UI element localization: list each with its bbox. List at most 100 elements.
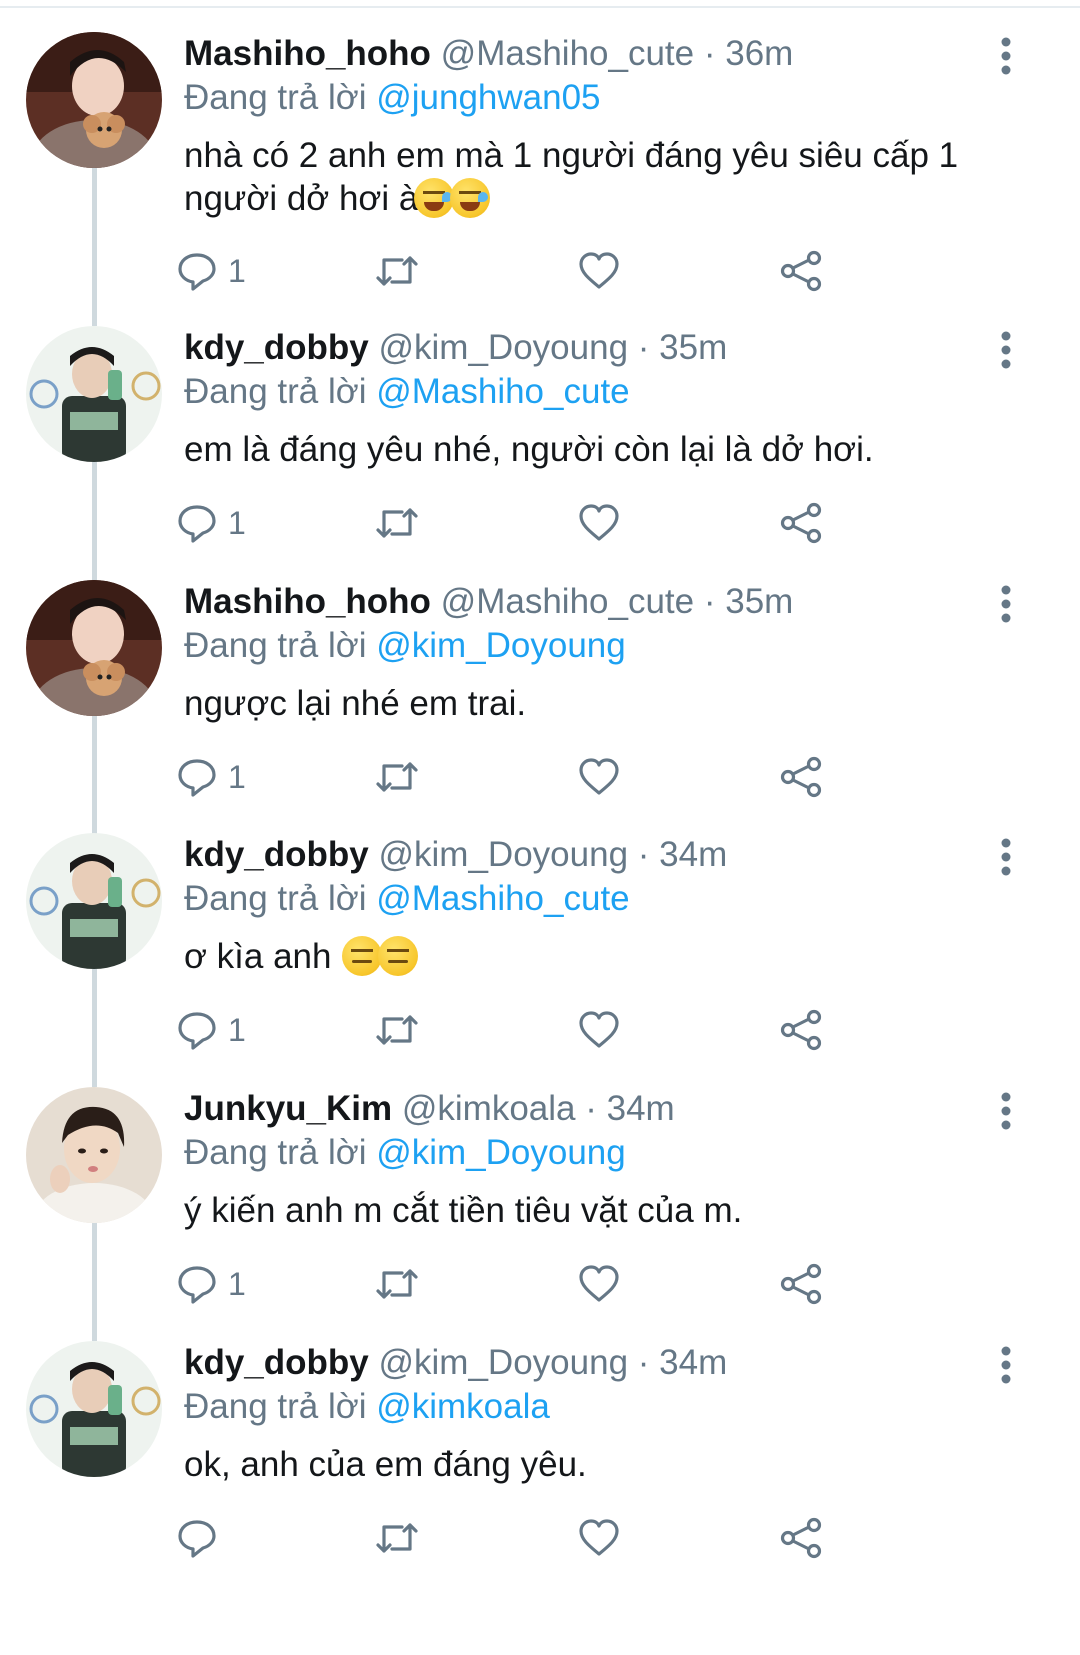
more-vertical-icon[interactable] — [996, 330, 1016, 370]
reply-prefix: Đang trả lời — [184, 626, 367, 665]
reply-mention[interactable]: @kim_Doyoung — [376, 1133, 626, 1172]
timestamp: · 34m — [637, 835, 728, 874]
tweet-actions — [178, 1515, 864, 1561]
reply-button[interactable]: 1 — [176, 754, 246, 800]
display-name[interactable]: kdy_dobby — [184, 328, 369, 367]
avatar[interactable] — [26, 1087, 162, 1223]
tweet[interactable]: Mashiho_hoho @Mashiho_cute · 36m Đang tr… — [0, 0, 1080, 292]
more-vertical-icon[interactable] — [996, 837, 1016, 877]
retweet-button[interactable] — [374, 754, 420, 800]
share-icon — [780, 1517, 822, 1559]
like-button[interactable] — [578, 500, 620, 546]
tweet-text-content: ý kiến anh m cắt tiền tiêu vặt của m. — [184, 1191, 743, 1230]
reply-mention[interactable]: @Mashiho_cute — [376, 879, 629, 918]
retweet-icon — [376, 508, 418, 538]
share-button[interactable] — [780, 1515, 824, 1561]
avatar[interactable] — [26, 580, 162, 716]
more-vertical-icon[interactable] — [996, 1091, 1016, 1131]
reply-mention[interactable]: @kim_Doyoung — [376, 626, 626, 665]
reply-mention[interactable]: @Mashiho_cute — [376, 372, 629, 411]
retweet-button[interactable] — [374, 248, 420, 294]
tweet-text-content: em là đáng yêu nhé, người còn lại là dở … — [184, 430, 874, 469]
reply-button[interactable]: 1 — [176, 248, 246, 294]
share-icon — [780, 250, 822, 292]
retweet-button[interactable] — [374, 1515, 420, 1561]
display-name[interactable]: kdy_dobby — [184, 1343, 369, 1382]
reply-thread: Mashiho_hoho @Mashiho_cute · 36m Đang tr… — [0, 0, 1080, 1655]
replying-to: Đang trả lời @Mashiho_cute — [184, 877, 630, 921]
replying-to: Đang trả lời @kimkoala — [184, 1385, 550, 1429]
display-name[interactable]: Mashiho_hoho — [184, 34, 431, 73]
tweet[interactable]: Mashiho_hoho @Mashiho_cute · 35m Đang tr… — [0, 548, 1080, 815]
avatar[interactable] — [26, 326, 162, 462]
tweet-header: Mashiho_hoho @Mashiho_cute · 35m — [184, 580, 793, 624]
share-button[interactable] — [780, 754, 824, 800]
retweet-button[interactable] — [374, 500, 420, 546]
junkyu-avatar — [26, 1087, 162, 1223]
reply-button[interactable] — [176, 1515, 228, 1561]
retweet-button[interactable] — [374, 1007, 420, 1053]
mashiho-avatar — [26, 32, 162, 168]
share-button[interactable] — [780, 500, 824, 546]
tweet[interactable]: kdy_dobby @kim_Doyoung · 34m Đang trả lờ… — [0, 1309, 1080, 1655]
tweet[interactable]: Junkyu_Kim @kimkoala · 34m Đang trả lời … — [0, 1055, 1080, 1322]
tweet-header: kdy_dobby @kim_Doyoung · 34m — [184, 1341, 727, 1385]
reply-bubble-icon — [178, 1520, 216, 1558]
reply-button[interactable]: 1 — [176, 1261, 246, 1307]
like-button[interactable] — [578, 248, 620, 294]
display-name[interactable]: Mashiho_hoho — [184, 582, 431, 621]
display-name[interactable]: kdy_dobby — [184, 835, 369, 874]
doyoung-avatar — [26, 833, 162, 969]
reply-count: 1 — [228, 504, 246, 541]
rolling-on-floor-laughing-emoji — [450, 178, 491, 218]
handle[interactable]: @kim_Doyoung — [379, 835, 629, 874]
avatar[interactable] — [26, 32, 162, 168]
reply-button[interactable]: 1 — [176, 500, 246, 546]
like-button[interactable] — [578, 754, 620, 800]
more-vertical-icon[interactable] — [996, 36, 1016, 76]
heart-icon — [579, 252, 619, 289]
timestamp: · 36m — [703, 34, 794, 73]
heart-icon — [579, 504, 619, 541]
avatar[interactable] — [26, 833, 162, 969]
timestamp: · 34m — [637, 1343, 728, 1382]
tweet[interactable]: kdy_dobby @kim_Doyoung · 34m Đang trả lờ… — [0, 801, 1080, 1068]
tweet-text: ý kiến anh m cắt tiền tiêu vặt của m. — [184, 1189, 1004, 1232]
more-vertical-icon[interactable] — [996, 584, 1016, 624]
handle[interactable]: @kim_Doyoung — [379, 328, 629, 367]
reply-mention[interactable]: @junghwan05 — [376, 78, 600, 117]
like-button[interactable] — [578, 1007, 620, 1053]
more-vertical-icon[interactable] — [996, 1345, 1016, 1385]
like-button[interactable] — [578, 1261, 620, 1307]
tweet-actions: 1 — [178, 500, 864, 546]
rolling-on-floor-laughing-emoji — [414, 178, 455, 218]
tweet[interactable]: kdy_dobby @kim_Doyoung · 35m Đang trả lờ… — [0, 294, 1080, 561]
reply-button[interactable]: 1 — [176, 1007, 246, 1053]
timestamp: · 35m — [637, 328, 728, 367]
heart-icon — [579, 758, 619, 795]
tweet-header: kdy_dobby @kim_Doyoung · 34m — [184, 833, 727, 877]
handle[interactable]: @kim_Doyoung — [379, 1343, 629, 1382]
avatar[interactable] — [26, 1341, 162, 1477]
display-name[interactable]: Junkyu_Kim — [184, 1089, 392, 1128]
replying-to: Đang trả lời @kim_Doyoung — [184, 624, 626, 668]
retweet-button[interactable] — [374, 1261, 420, 1307]
reply-mention[interactable]: @kimkoala — [376, 1387, 550, 1426]
share-button[interactable] — [780, 1261, 824, 1307]
handle[interactable]: @kimkoala — [402, 1089, 576, 1128]
share-button[interactable] — [780, 248, 824, 294]
like-button[interactable] — [578, 1515, 620, 1561]
tweet-header: kdy_dobby @kim_Doyoung · 35m — [184, 326, 727, 370]
handle[interactable]: @Mashiho_cute — [441, 34, 694, 73]
share-button[interactable] — [780, 1007, 824, 1053]
handle[interactable]: @Mashiho_cute — [441, 582, 694, 621]
replying-to: Đang trả lời @kim_Doyoung — [184, 1131, 626, 1175]
retweet-icon — [376, 762, 418, 792]
tweet-text-content: ơ kìa anh — [184, 937, 332, 976]
reply-bubble-icon — [178, 1266, 216, 1304]
tweet-header: Mashiho_hoho @Mashiho_cute · 36m — [184, 32, 793, 76]
tweet-text-content: ngược lại nhé em trai. — [184, 684, 527, 723]
reply-count: 1 — [228, 758, 246, 795]
share-icon — [780, 1263, 822, 1305]
heart-icon — [579, 1265, 619, 1302]
